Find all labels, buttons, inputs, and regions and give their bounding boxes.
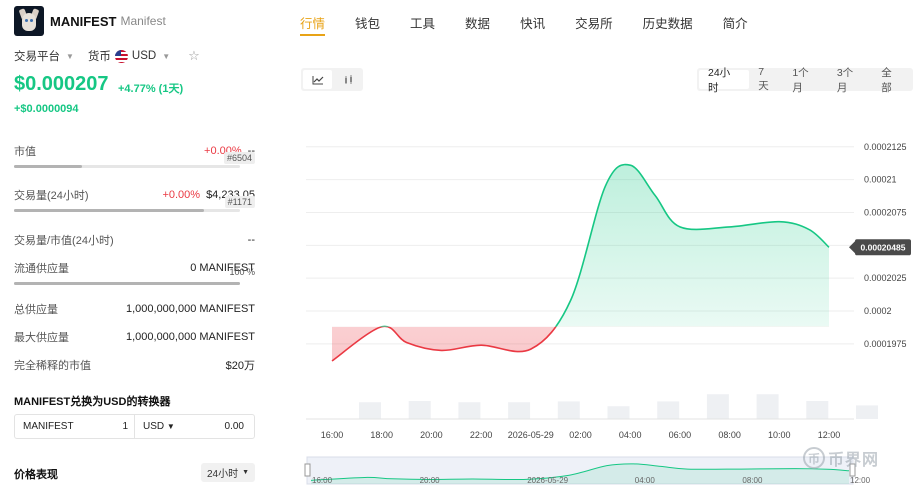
volume-bar	[607, 406, 630, 419]
y-tick-label: 0.00021	[864, 175, 897, 185]
volume-bar	[706, 394, 729, 419]
navigator-handle-left[interactable]	[304, 463, 311, 477]
navigator-label: 20:00	[420, 476, 441, 485]
y-tick-label: 0.0002025	[864, 273, 907, 283]
x-tick-label: 20:00	[420, 430, 443, 440]
volume-bar	[806, 401, 829, 419]
watermark-logo-icon: 币	[803, 447, 825, 469]
x-tick-label: 2026-05-29	[508, 430, 554, 440]
y-tick-label: 0.0001975	[864, 339, 907, 349]
volume-bar	[508, 402, 531, 419]
navigator-label: 08:00	[742, 476, 763, 485]
navigator-label: 2026-05-29	[527, 476, 568, 485]
volume-bar	[756, 394, 779, 419]
x-tick-label: 06:00	[669, 430, 692, 440]
current-price-label: 0.00020485	[861, 242, 906, 252]
navigator-label: 04:00	[635, 476, 656, 485]
x-tick-label: 10:00	[768, 430, 791, 440]
y-tick-label: 0.0002075	[864, 207, 907, 217]
volume-bar	[557, 401, 580, 419]
y-tick-label: 0.0002125	[864, 142, 907, 152]
x-tick-label: 16:00	[321, 430, 344, 440]
volume-bar	[458, 402, 481, 419]
x-tick-label: 18:00	[370, 430, 393, 440]
volume-bar	[856, 405, 878, 419]
x-tick-label: 02:00	[569, 430, 592, 440]
watermark: 币 币界网	[803, 446, 879, 470]
x-tick-label: 08:00	[718, 430, 741, 440]
volume-bar	[359, 402, 381, 419]
price-chart: 0.00021250.000210.00020750.0002050.00020…	[304, 142, 911, 485]
navigator-label: 12:00	[850, 476, 871, 485]
price-tag-pointer	[849, 241, 855, 254]
volume-bar	[408, 401, 431, 419]
x-tick-label: 22:00	[470, 430, 493, 440]
x-tick-label: 12:00	[818, 430, 841, 440]
x-tick-label: 04:00	[619, 430, 642, 440]
watermark-text: 币界网	[828, 452, 880, 469]
navigator-label: 16:00	[312, 476, 333, 485]
volume-bar	[657, 401, 680, 419]
y-tick-label: 0.0002	[864, 306, 892, 316]
